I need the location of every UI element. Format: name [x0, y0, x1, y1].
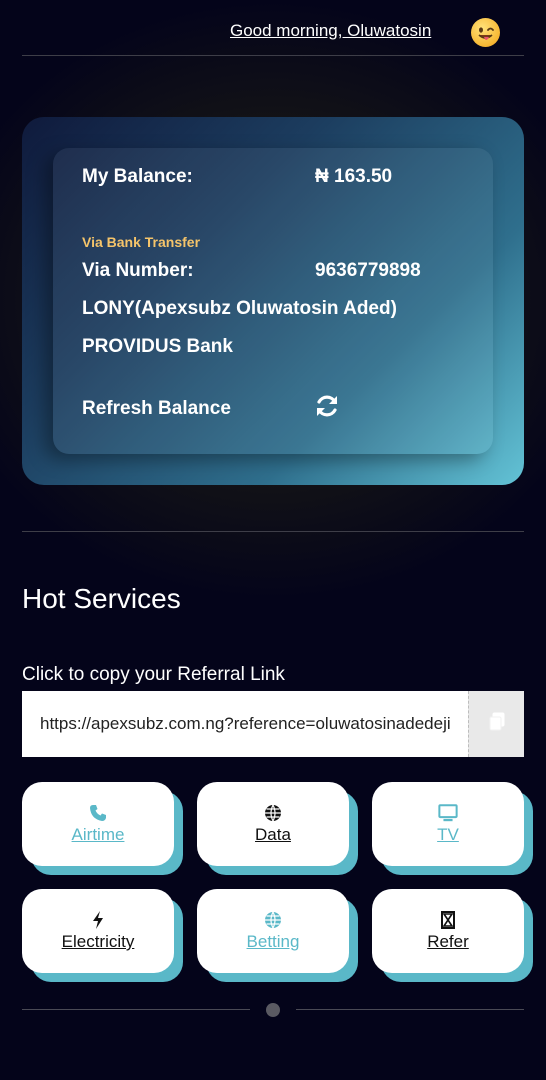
service-data[interactable]: Data — [197, 782, 349, 866]
globe-icon — [263, 803, 283, 823]
winking-tongue-emoji-icon — [471, 18, 500, 47]
globe-icon — [263, 910, 283, 930]
service-tv[interactable]: TV — [372, 782, 524, 866]
account-name: LONY(Apexsubz Oluwatosin Aded) — [82, 298, 397, 319]
service-electricity[interactable]: Electricity — [22, 889, 174, 973]
top-bar: Good morning, Oluwatosin — [0, 0, 546, 56]
service-label: Data — [255, 825, 291, 844]
service-refer[interactable]: Refer — [372, 889, 524, 973]
header-divider — [22, 55, 524, 56]
copy-button[interactable] — [468, 691, 524, 757]
referral-label: Click to copy your Referral Link — [22, 664, 285, 685]
service-label: Refer — [427, 932, 469, 951]
divider-dot — [266, 1003, 280, 1017]
via-number-label: Via Number: — [82, 260, 194, 281]
section-divider — [22, 531, 524, 532]
wallet-card: My Balance: ₦ 163.50 Via Bank Transfer V… — [22, 117, 524, 485]
service-label: Airtime — [71, 825, 125, 844]
refresh-balance-label[interactable]: Refresh Balance — [82, 398, 231, 420]
via-transfer-label: Via Bank Transfer — [82, 234, 201, 250]
bottom-divider-left — [22, 1009, 250, 1010]
service-label: Betting — [246, 932, 300, 951]
service-label: Electricity — [61, 932, 135, 951]
bolt-icon — [88, 910, 108, 930]
hot-services-title: Hot Services — [22, 583, 181, 614]
tv-icon — [438, 803, 458, 823]
balance-value: ₦ 163.50 — [315, 166, 393, 187]
hourglass-icon — [438, 910, 458, 930]
sync-icon[interactable] — [314, 393, 340, 419]
service-label: TV — [437, 825, 459, 844]
service-betting[interactable]: Betting — [197, 889, 349, 973]
account-number: 9636779898 — [315, 260, 421, 281]
greeting-link[interactable]: Good morning, Oluwatosin — [230, 21, 431, 41]
referral-link-input[interactable] — [22, 691, 468, 757]
balance-label: My Balance: — [82, 166, 193, 187]
referral-box — [22, 691, 524, 757]
phone-icon — [88, 803, 108, 823]
copy-icon — [488, 712, 506, 737]
bottom-divider-right — [296, 1009, 524, 1010]
service-airtime[interactable]: Airtime — [22, 782, 174, 866]
bank-name: PROVIDUS Bank — [82, 336, 233, 357]
